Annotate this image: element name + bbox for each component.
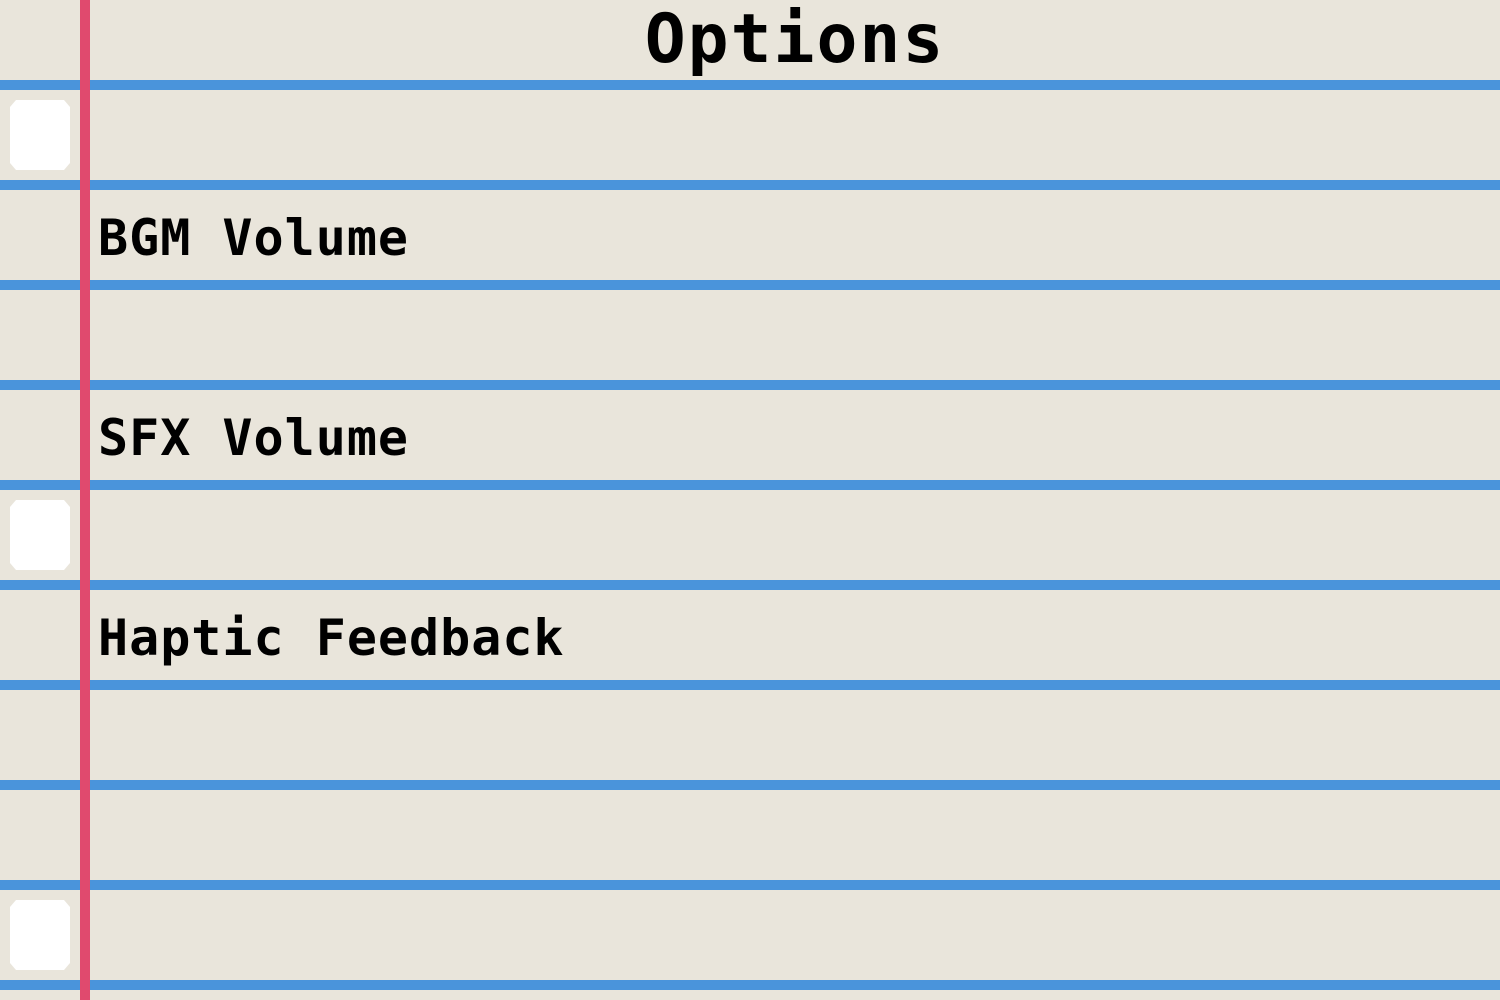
margin-line xyxy=(80,0,90,1000)
notebook-paper: Options BGM Volume SFX Volume Haptic Fee… xyxy=(0,0,1500,1000)
rule-line xyxy=(0,80,1500,90)
punch-hole xyxy=(10,500,70,570)
option-bgm-volume[interactable]: BGM Volume xyxy=(98,190,409,280)
option-sfx-volume[interactable]: SFX Volume xyxy=(98,390,409,480)
option-haptic-feedback[interactable]: Haptic Feedback xyxy=(98,590,565,680)
punch-hole xyxy=(10,100,70,170)
rule-line xyxy=(0,580,1500,590)
rule-line xyxy=(0,880,1500,890)
rule-line xyxy=(0,280,1500,290)
rule-line xyxy=(0,480,1500,490)
punch-hole xyxy=(10,900,70,970)
rule-line xyxy=(0,780,1500,790)
page-title: Options xyxy=(644,0,946,79)
rule-line xyxy=(0,180,1500,190)
rule-line xyxy=(0,380,1500,390)
rule-line xyxy=(0,980,1500,990)
rule-line xyxy=(0,680,1500,690)
